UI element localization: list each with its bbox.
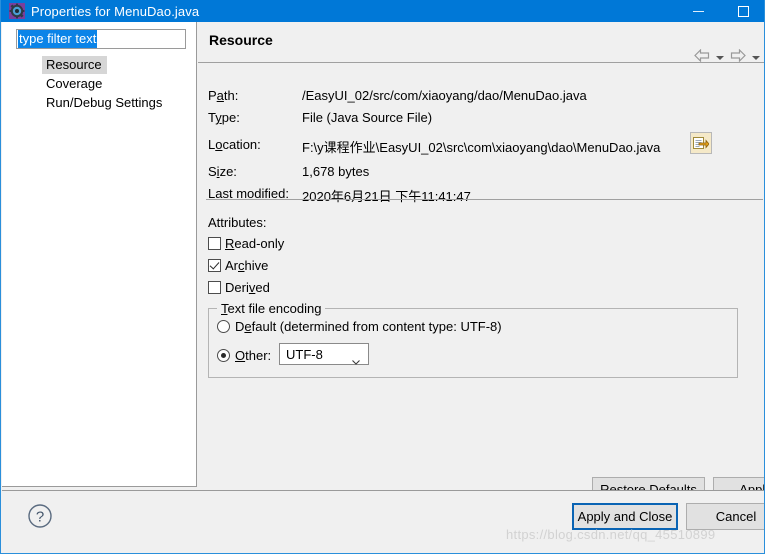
chevron-down-icon [352, 352, 360, 365]
property-value-size: 1,678 bytes [302, 164, 370, 179]
radio-label: Other: [235, 348, 272, 363]
property-value-location: F:\y课程作业\EasyUI_02\src\com\xiaoyang\dao\… [302, 140, 661, 155]
open-external-editor-icon[interactable] [690, 132, 712, 154]
button-label: Cancel [715, 509, 757, 524]
page-title: Resource [209, 32, 273, 48]
radio-encoding-default[interactable]: Default (determined from content type: U… [217, 319, 502, 334]
minimize-button[interactable] [676, 0, 721, 22]
text-file-encoding-group: Text file encoding Default (determined f… [208, 301, 738, 378]
checkbox-box-icon [208, 281, 221, 294]
property-value-last-modified: 2020年6月21日 下午11:41:47 [302, 189, 471, 204]
forward-chevron-down-icon[interactable] [752, 56, 760, 60]
radio-on-icon [217, 349, 230, 362]
property-value-type: File (Java Source File) [302, 110, 433, 125]
property-label: Size: [208, 164, 237, 179]
checkbox-read-only[interactable]: Read-only [208, 236, 284, 251]
arrow-right-icon[interactable] [730, 48, 746, 67]
back-chevron-down-icon[interactable] [716, 56, 724, 60]
sidebar-item-label: Resource [46, 57, 102, 72]
properties-gear-icon [9, 3, 25, 19]
property-label: Type: [208, 110, 240, 125]
minimize-icon [693, 10, 704, 12]
group-legend: Text file encoding [217, 301, 326, 316]
help-question-icon[interactable]: ? [27, 503, 53, 529]
sidebar-item-label: Coverage [46, 76, 103, 91]
arrow-left-icon[interactable] [694, 48, 710, 67]
button-label: Apply and Close [577, 509, 673, 524]
heading-divider [198, 62, 764, 63]
checkbox-archive[interactable]: Archive [208, 258, 268, 273]
filter-input-value: type filter text [18, 30, 98, 48]
sidebar-item-run-debug-settings[interactable]: Run/Debug Settings [42, 94, 167, 112]
checkbox-derived[interactable]: Derived [208, 280, 270, 295]
radio-label: Default (determined from content type: U… [235, 319, 502, 334]
property-label: Path: [208, 88, 239, 103]
window-title: Properties for MenuDao.java [31, 3, 200, 19]
radio-encoding-other[interactable]: Other: [217, 348, 271, 363]
svg-text:?: ? [36, 509, 44, 526]
properties-dialog: Properties for MenuDao.java type filter … [0, 0, 765, 554]
property-label: Location: [208, 137, 261, 152]
section-divider [206, 199, 763, 200]
radio-off-icon [217, 320, 230, 333]
sidebar-item-label: Run/Debug Settings [46, 95, 163, 110]
maximize-icon [738, 5, 749, 17]
encoding-select-value: UTF-8 [286, 346, 323, 362]
resource-page: Resource Path: /EasyUI_02/src/com/xiaoya… [198, 22, 764, 502]
checkbox-label: Archive [225, 258, 269, 273]
title-bar: Properties for MenuDao.java [1, 0, 764, 22]
watermark: https://blog.csdn.net/qq_45510899 [506, 527, 716, 542]
cancel-button[interactable]: Cancel [686, 503, 764, 530]
apply-and-close-button[interactable]: Apply and Close [572, 503, 678, 530]
navigation-controls [694, 48, 760, 67]
checkbox-label: Read-only [225, 236, 285, 251]
sidebar-item-resource[interactable]: Resource [42, 56, 107, 74]
dialog-body: type filter text Resource Coverage Run/D… [1, 22, 764, 502]
property-value-path: /EasyUI_02/src/com/xiaoyang/dao/MenuDao.… [302, 88, 587, 103]
encoding-select[interactable]: UTF-8 [279, 343, 369, 365]
checkbox-label: Derived [225, 280, 270, 295]
filter-input[interactable]: type filter text [16, 29, 186, 49]
maximize-button[interactable] [721, 0, 764, 22]
sidebar-item-coverage[interactable]: Coverage [42, 75, 107, 93]
checkbox-box-icon [208, 237, 221, 250]
page-tree-panel: type filter text Resource Coverage Run/D… [2, 22, 197, 487]
checkbox-checked-icon [208, 259, 221, 272]
window-controls [676, 0, 764, 22]
attributes-label: Attributes: [208, 215, 267, 230]
